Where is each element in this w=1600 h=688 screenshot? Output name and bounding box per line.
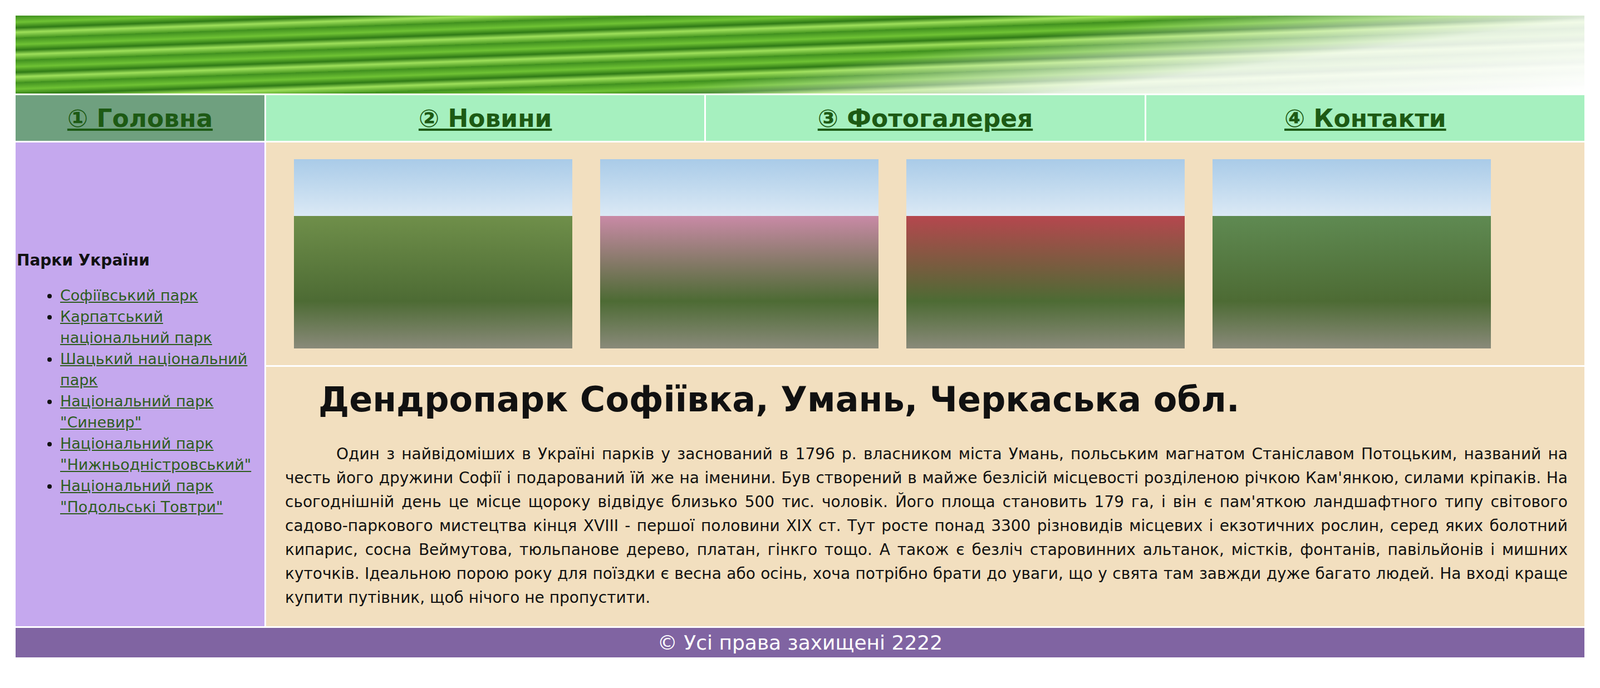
main: Парки України Софіївський парк Карпатський… — [15, 140, 1585, 627]
sidebar-list: Софіївський парк Карпатський національний… — [16, 285, 263, 518]
sidebar-link[interactable]: Національний парк "Нижньодністровський" — [60, 434, 252, 474]
nav-item[interactable]: ③ Фотогалерея — [705, 95, 1145, 141]
photo — [600, 159, 879, 349]
sidebar-link[interactable]: Софіївський парк — [60, 286, 199, 304]
photo — [1212, 159, 1491, 349]
nav-item[interactable]: ① Головна — [15, 95, 265, 141]
sidebar-item: Карпатський національний парк — [60, 306, 263, 349]
nav-item[interactable]: ④ Контакти — [1146, 95, 1585, 141]
sidebar-item: Шацький національний парк — [60, 348, 263, 391]
header-banner — [15, 15, 1585, 94]
content: Дендропарк Софіївка, Умань, Черкаська об… — [266, 142, 1585, 627]
article-text: Один з найвідоміших в Україні парків у з… — [285, 442, 1568, 610]
sidebar-link[interactable]: Шацький національний парк — [60, 350, 248, 389]
sidebar-link[interactable]: Національний парк "Синевир" — [60, 392, 214, 431]
photo — [293, 159, 573, 349]
article: Дендропарк Софіївка, Умань, Черкаська об… — [266, 366, 1585, 627]
footer: © Усі права захищені 2222 — [15, 627, 1585, 658]
sidebar-link[interactable]: Національний парк "Подольські Товтри" — [60, 477, 224, 516]
sidebar-link[interactable]: Карпатський національний парк — [60, 307, 213, 347]
photo — [906, 159, 1185, 349]
sidebar-title: Парки України — [16, 251, 263, 270]
sidebar-item: Софіївський парк — [60, 285, 263, 307]
nav-bar: ① Головна② Новини③ Фотогалерея④ Контакти — [15, 93, 1585, 141]
sidebar: Парки України Софіївський парк Карпатський… — [15, 142, 265, 627]
photo-row — [266, 142, 1585, 366]
page: ① Головна② Новини③ Фотогалерея④ Контакти… — [15, 15, 1585, 658]
sidebar-item: Національний парк "Нижньодністровський" — [60, 433, 263, 476]
sidebar-item: Національний парк "Синевир" — [60, 390, 263, 434]
article-title: Дендропарк Софіївка, Умань, Черкаська об… — [318, 379, 1568, 420]
nav-item[interactable]: ② Новини — [266, 95, 705, 141]
sidebar-item: Національний парк "Подольські Товтри" — [60, 475, 263, 518]
